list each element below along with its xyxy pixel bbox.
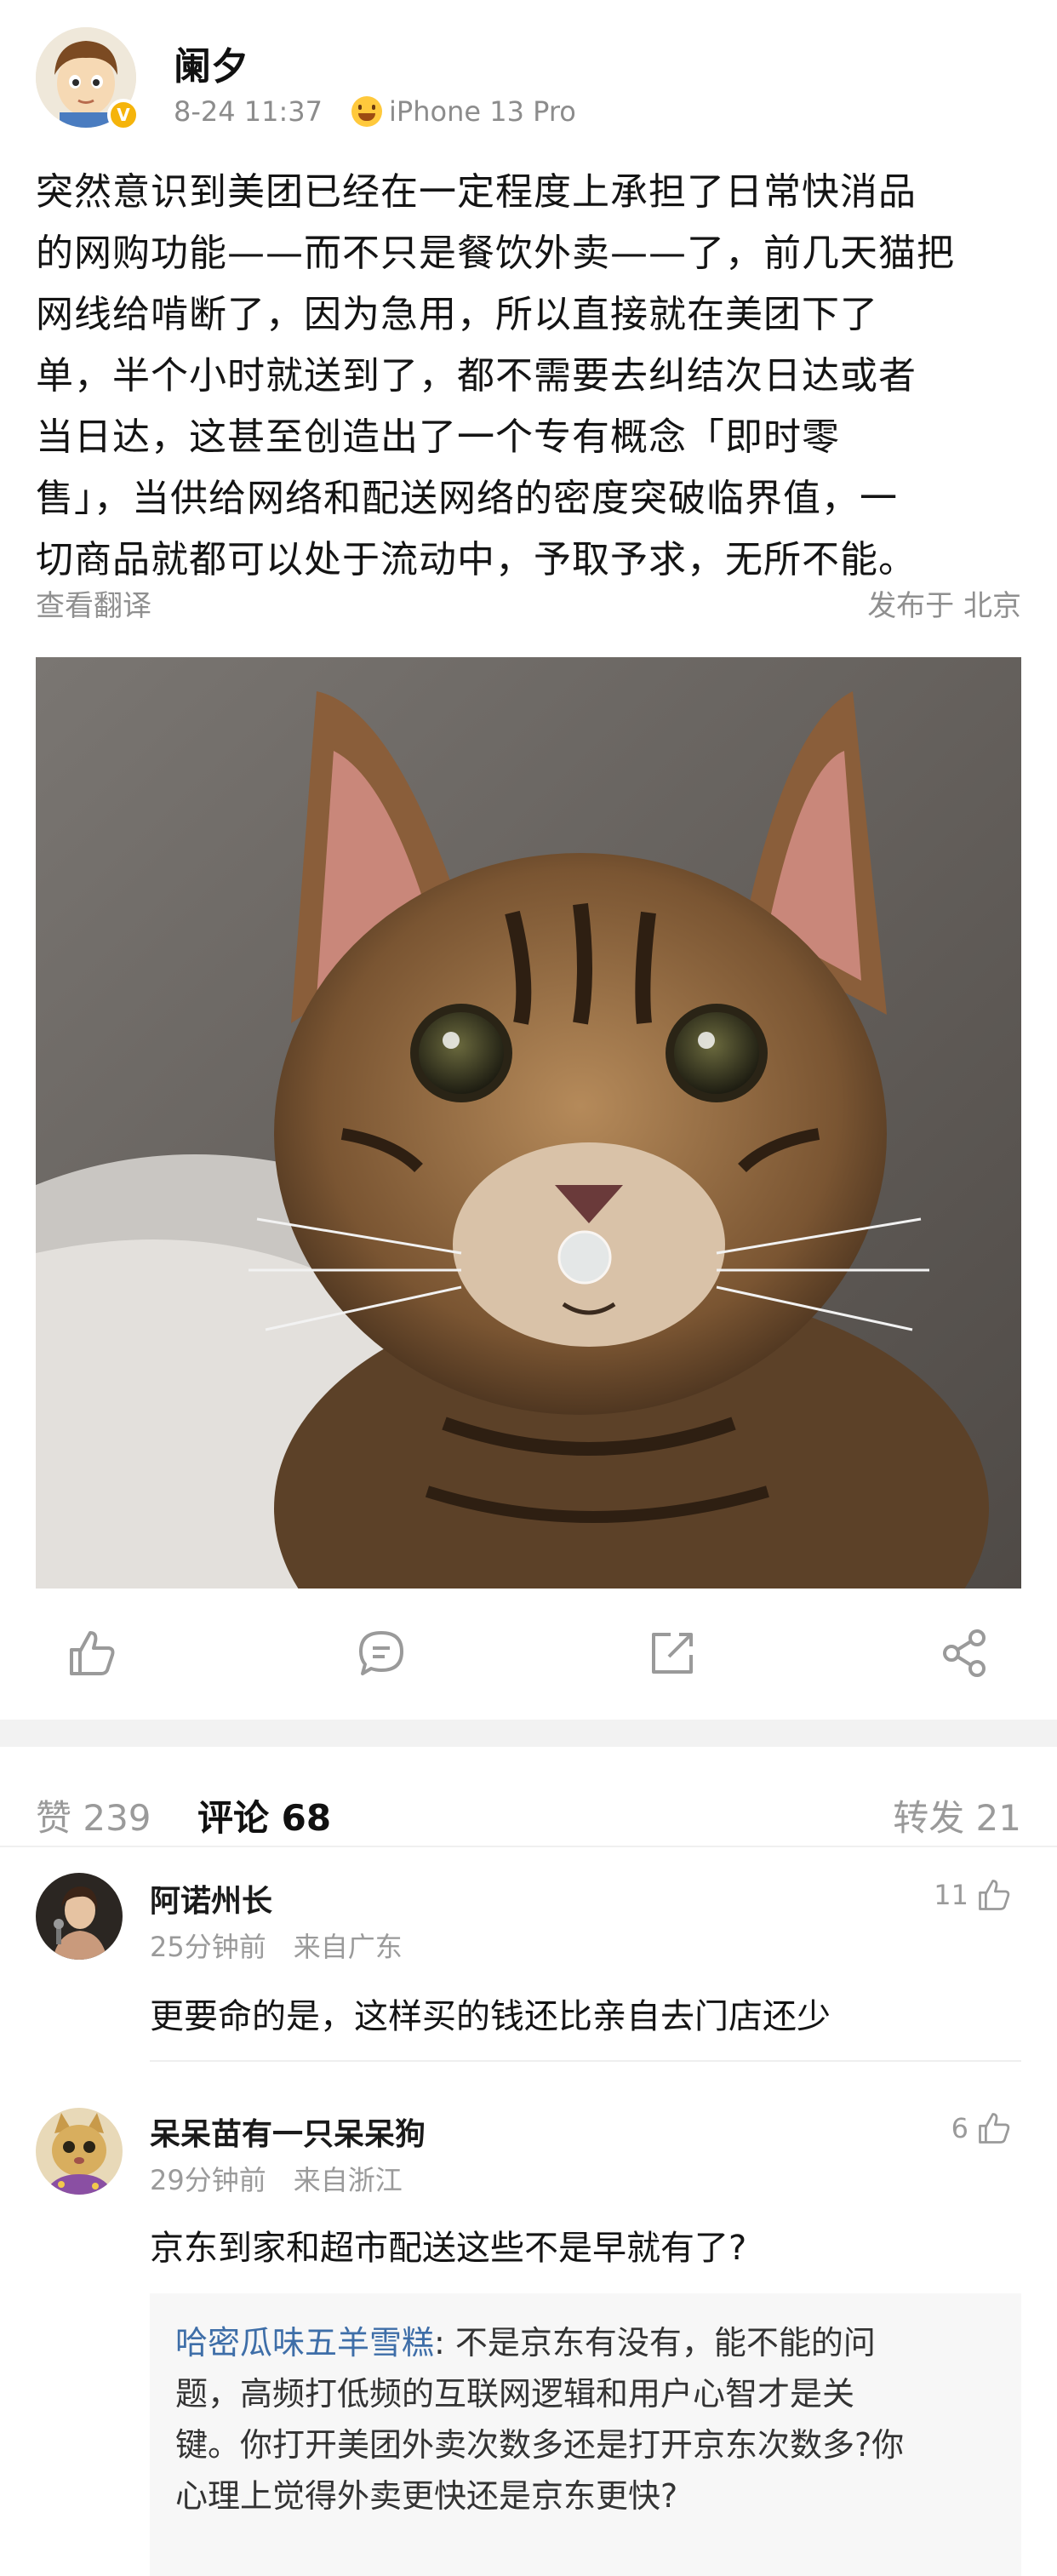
comment-like-count: 6	[951, 2112, 968, 2144]
comment-like-count: 11	[934, 1879, 968, 1911]
comment-like-button[interactable]: 6	[951, 2109, 1013, 2147]
repost-button[interactable]	[645, 1626, 700, 1680]
reply-line: 心理上觉得外卖更快还是京东更快?	[175, 2477, 678, 2515]
comment-meta: 29分钟前 来自浙江	[150, 2159, 403, 2198]
post-image[interactable]	[36, 657, 1021, 1589]
post-text-line: 当日达，这甚至创造出了一个专有概念「即时零	[36, 415, 840, 459]
comment-time: 25分钟前	[150, 1931, 266, 1963]
comment-icon	[359, 1631, 403, 1675]
reply-line: 哈密瓜味五羊雪糕: 不是京东有没有，能不能的问	[175, 2317, 996, 2368]
reply-line: 键。你打开美团外卖次数多还是打开京东次数多?你	[175, 2426, 905, 2464]
commenter-avatar[interactable]	[36, 1873, 123, 1960]
comment-text: 更要命的是，这样买的钱还比亲自去门店还少	[150, 1997, 831, 2036]
post-text-line: 的网购功能——而不只是餐饮外卖——了，前几天猫把	[36, 232, 955, 275]
view-translation-link[interactable]: 查看翻译	[36, 582, 151, 624]
repost-icon	[652, 1633, 693, 1674]
share-icon	[943, 1629, 986, 1677]
section-divider	[0, 1720, 1057, 1747]
commenter-name[interactable]: 呆呆苗有一只呆呆狗	[150, 2109, 426, 2154]
reply-line-text: : 不是京东有没有，能不能的问	[434, 2324, 876, 2361]
like-button[interactable]	[65, 1626, 119, 1680]
post-text: 突然意识到美团已经在一定程度上承担了日常快消品 的网购功能——而不只是餐饮外卖—…	[36, 162, 1023, 591]
comment-meta: 25分钟前 来自广东	[150, 1926, 403, 1965]
cat-avatar-icon	[36, 2108, 123, 2195]
post-text-line: 单，半个小时就送到了，都不需要去纠结次日达或者	[36, 354, 917, 398]
reply-author[interactable]: 哈密瓜味五羊雪糕	[175, 2324, 434, 2361]
post-meta: 8-24 11:37 iPhone 13 Pro	[174, 95, 576, 128]
singer-avatar-icon	[36, 1873, 123, 1960]
share-button[interactable]	[938, 1626, 992, 1680]
like-icon	[70, 1631, 115, 1675]
post-timestamp: 8-24 11:37	[174, 95, 323, 128]
grinning-emoji-icon	[351, 96, 383, 127]
comment-time: 29分钟前	[150, 2164, 266, 2196]
tab-reposts[interactable]: 转发 21	[893, 1789, 1021, 1841]
tab-likes[interactable]: 赞 239	[36, 1789, 151, 1841]
cat-photo	[36, 657, 1021, 1589]
post-text-line: 突然意识到美团已经在一定程度上承担了日常快消品	[36, 170, 917, 214]
post-text-line: 售」，当供给网络和配送网络的密度突破临界值，一	[36, 477, 898, 520]
author-name[interactable]: 阑夕	[174, 36, 249, 90]
like-icon	[979, 1880, 1010, 1910]
post-text-line: 网线给啃断了，因为急用，所以直接就在美团下了	[36, 293, 878, 336]
comment-button[interactable]	[354, 1626, 409, 1680]
published-location: 发布于 北京	[867, 589, 1021, 623]
comment-separator	[150, 2060, 1021, 2062]
comment-location: 来自广东	[293, 1931, 403, 1963]
tab-comments[interactable]: 评论 68	[197, 1789, 331, 1841]
device-info: iPhone 13 Pro	[351, 95, 576, 128]
comment-text: 京东到家和超市配送这些不是早就有了?	[150, 2229, 747, 2268]
comment-location: 来自浙江	[293, 2164, 403, 2196]
device-name: iPhone 13 Pro	[389, 95, 576, 128]
reply-text: 哈密瓜味五羊雪糕: 不是京东有没有，能不能的问 题，高频打低频的互联网逻辑和用户…	[175, 2317, 996, 2522]
commenter-avatar[interactable]	[36, 2108, 123, 2195]
comment-like-button[interactable]: 11	[934, 1876, 1013, 1914]
like-icon	[979, 2113, 1010, 2144]
tab-divider	[0, 1846, 1057, 1847]
verified-badge-icon: V	[107, 99, 140, 131]
reply-line: 题，高频打低频的互联网逻辑和用户心智才是关	[175, 2375, 855, 2413]
commenter-name[interactable]: 阿诺州长	[150, 1876, 272, 1921]
